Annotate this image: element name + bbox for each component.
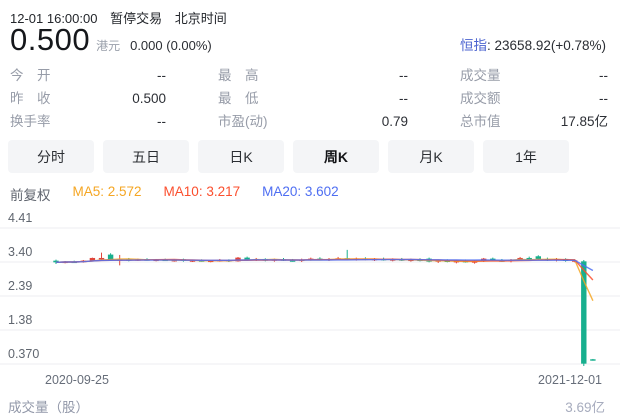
x-axis-labels: 2020-09-25 2021-12-01 [0, 373, 620, 387]
svg-text:0.370: 0.370 [8, 347, 39, 361]
x-axis-end-date: 2021-12-01 [538, 373, 602, 387]
stat-value: -- [599, 64, 608, 87]
stat-value: 0.79 [382, 110, 408, 133]
stat-label: 今 开 [10, 64, 51, 87]
stat-value: -- [157, 110, 166, 133]
stat-market-cap: 总市值 17.85亿 [460, 110, 608, 133]
x-axis-start-date: 2020-09-25 [45, 373, 109, 387]
indicator-row: 前复权 MA5: 2.572 MA10: 3.217 MA20: 3.602 [10, 184, 339, 204]
stats-grid: 今 开 -- 昨 收 0.500 换手率 -- 最 高 -- 最 低 -- 市盈 [10, 64, 608, 133]
hang-seng-index-link[interactable]: 恒指 [460, 38, 487, 53]
stat-high: 最 高 -- [218, 64, 408, 87]
stat-value: 17.85亿 [561, 110, 608, 133]
volume-pane-header: 成交量（股） 3.69亿 [8, 396, 605, 416]
ma20-legend: MA20: 3.602 [262, 184, 339, 204]
stat-value: -- [399, 87, 408, 110]
hang-seng-index-value: : 23658.92(+0.78%) [487, 38, 606, 53]
stat-label: 最 低 [218, 87, 259, 110]
price-row: 0.500 港元 0.000 (0.00%) 恒指: 23658.92(+0.7… [10, 22, 606, 58]
tab-monthly-k[interactable]: 月K [388, 140, 474, 173]
stats-column-2: 最 高 -- 最 低 -- 市盈(动) 0.79 [218, 64, 408, 133]
svg-text:4.41: 4.41 [8, 211, 32, 225]
svg-text:2.39: 2.39 [8, 279, 32, 293]
stat-turnover-rate: 换手率 -- [10, 110, 166, 133]
stat-open: 今 开 -- [10, 64, 166, 87]
price-change: 0.000 (0.00%) [130, 38, 212, 53]
stat-value: -- [599, 87, 608, 110]
svg-text:1.38: 1.38 [8, 313, 32, 327]
stat-prev-close: 昨 收 0.500 [10, 87, 166, 110]
stock-quote-app: 12-01 16:00:00 暂停交易 北京时间 0.500 港元 0.000 … [0, 0, 620, 420]
tab-daily-k[interactable]: 日K [198, 140, 284, 173]
stats-column-1: 今 开 -- 昨 收 0.500 换手率 -- [10, 64, 166, 133]
stat-label: 换手率 [10, 110, 51, 133]
index-quote: 恒指: 23658.92(+0.78%) [460, 34, 606, 54]
stats-column-3: 成交量 -- 成交额 -- 总市值 17.85亿 [460, 64, 608, 133]
last-price: 0.500 [10, 22, 90, 58]
stat-low: 最 低 -- [218, 87, 408, 110]
ma5-legend: MA5: 2.572 [73, 184, 142, 204]
tab-5day[interactable]: 五日 [103, 140, 189, 173]
ma10-legend: MA10: 3.217 [164, 184, 241, 204]
stat-amount: 成交额 -- [460, 87, 608, 110]
stat-label: 成交量 [460, 64, 501, 87]
stat-volume: 成交量 -- [460, 64, 608, 87]
tab-intraday[interactable]: 分时 [8, 140, 94, 173]
stat-value: -- [399, 64, 408, 87]
stat-value: -- [157, 64, 166, 87]
volume-pane-label: 成交量（股） [8, 396, 89, 416]
svg-text:3.40: 3.40 [8, 245, 32, 259]
stat-label: 成交额 [460, 87, 501, 110]
tab-weekly-k[interactable]: 周K [293, 140, 379, 173]
stat-value: 0.500 [132, 87, 166, 110]
adjust-mode-toggle[interactable]: 前复权 [10, 184, 51, 204]
volume-pane-value: 3.69亿 [565, 396, 605, 416]
kline-chart[interactable]: 4.41 3.40 2.39 1.38 0.370 [0, 205, 620, 373]
stat-label: 昨 收 [10, 87, 51, 110]
tab-1year[interactable]: 1年 [483, 140, 569, 173]
stat-label: 市盈(动) [218, 110, 268, 133]
stat-label: 总市值 [460, 110, 501, 133]
period-tabs: 分时 五日 日K 周K 月K 1年 [8, 140, 569, 173]
stat-pe-ratio: 市盈(动) 0.79 [218, 110, 408, 133]
currency-label: 港元 [96, 37, 120, 54]
stat-label: 最 高 [218, 64, 259, 87]
